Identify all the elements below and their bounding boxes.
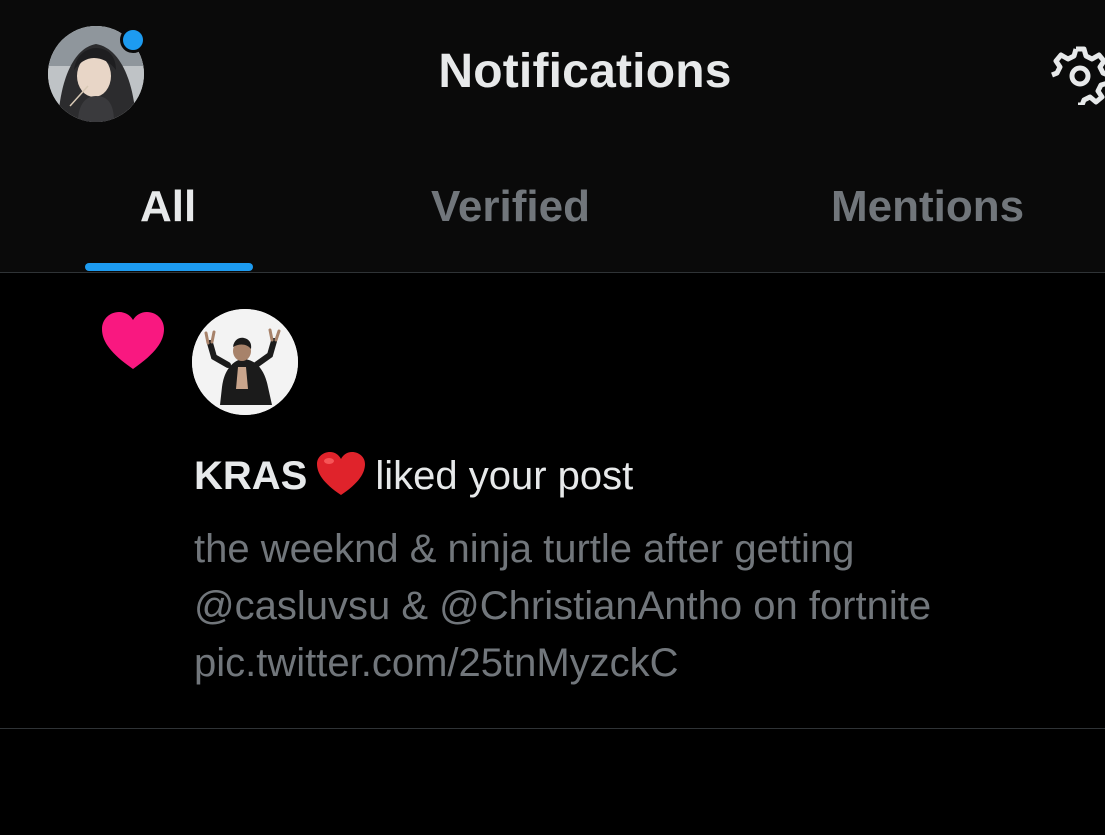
action-text: liked your post [375, 454, 634, 498]
user-photo [192, 309, 298, 415]
user-avatar[interactable] [192, 309, 298, 415]
tab-mentions[interactable]: Mentions [831, 182, 1024, 232]
user-name[interactable]: KRAS [194, 454, 307, 498]
page-title: Notifications [438, 45, 732, 98]
tab-verified[interactable]: Verified [431, 182, 590, 232]
notification-headline: KRAS liked your post [194, 451, 633, 499]
post-line: the weeknd & ninja turtle after getting [194, 527, 855, 571]
heart-icon [100, 311, 166, 371]
post-link[interactable]: pic.twitter.com/25tnMyzckC [194, 635, 1074, 692]
red-heart-emoji [315, 451, 367, 497]
active-tab-indicator [85, 263, 253, 271]
notification-item[interactable]: KRAS liked your post the weeknd & ninja t… [0, 273, 1105, 729]
gear-icon[interactable] [1050, 45, 1105, 108]
post-line: @casluvsu & @ChristianAntho on fortnite [194, 584, 932, 628]
tab-all[interactable]: All [140, 182, 196, 232]
post-preview[interactable]: the weeknd & ninja turtle after getting … [194, 521, 1074, 692]
top-bar: Notifications All Verified Mentions [0, 0, 1105, 273]
